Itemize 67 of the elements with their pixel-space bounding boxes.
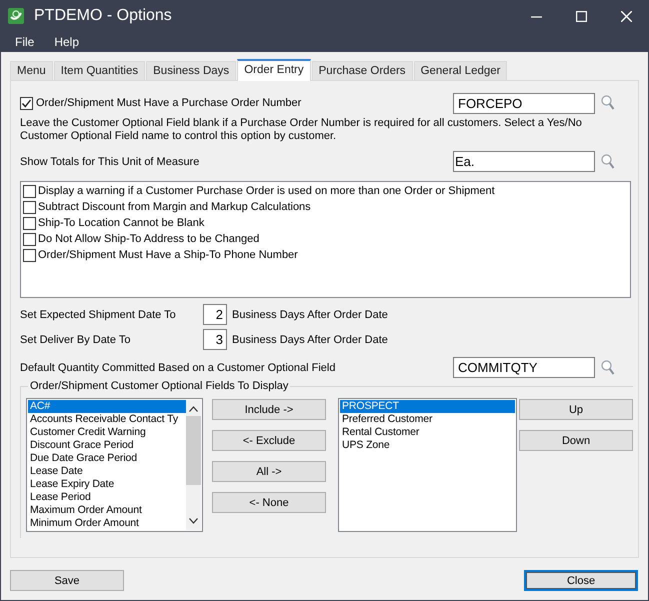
help-text: Leave the Customer Optional Field blank if a Purchase Order Number is required for all customers. Select a Yes/No Customer Optional Field name to control this option by customer. [20, 117, 583, 143]
checkbox-label: Order/Shipment Must Have a Purchase Order Number [36, 97, 302, 109]
input-field[interactable]: COMMITQTY [453, 357, 595, 378]
list-item[interactable]: PROSPECT [340, 400, 515, 413]
checkbox[interactable] [23, 216, 36, 230]
checkbox[interactable] [23, 184, 36, 198]
search-icon[interactable] [601, 360, 615, 376]
list-item[interactable]: Minimum Order Amount [28, 517, 186, 530]
list-item[interactable]: Lease Period [28, 491, 186, 504]
close-icon[interactable] [621, 10, 632, 22]
displayed-fields-list[interactable]: PROSPECT Preferred Customer Rental Customer UPS Zone [338, 398, 517, 532]
scrollbar-thumb[interactable] [186, 416, 201, 485]
tab[interactable]: Menu [10, 61, 53, 80]
list-item[interactable]: Maximum Order Amount [28, 504, 186, 517]
input-field[interactable]: FORCEPO [453, 92, 595, 114]
checkbox-label: Display a warning if a Customer Purchase Order is used on more than one Order or Shipment [38, 185, 495, 197]
tab[interactable]: Order Entry [237, 59, 311, 81]
checkbox[interactable] [23, 248, 36, 262]
field-label: Set Expected Shipment Date To [20, 308, 177, 320]
number-field[interactable]: 2 [203, 304, 227, 325]
number-field[interactable]: 3 [203, 329, 227, 350]
window-title: PTDEMO - Options [34, 7, 173, 25]
list-item[interactable]: AC# [28, 400, 186, 413]
field-label: Default Quantity Committed Based on a Customer Optional Field [20, 362, 336, 374]
list-item[interactable]: Discount Grace Period [28, 439, 186, 452]
list-item[interactable]: Accounts Receivable Contact Ty [28, 413, 186, 426]
checkbox[interactable] [20, 96, 33, 110]
list-item[interactable]: Rental Customer [340, 426, 515, 439]
move-button[interactable]: <- Exclude [212, 430, 326, 451]
list-item[interactable]: Lease Date [28, 465, 186, 478]
search-icon[interactable] [601, 154, 615, 170]
tab[interactable]: Purchase Orders [312, 61, 413, 80]
close-button[interactable]: Close [524, 570, 638, 591]
checkbox-label: Subtract Discount from Margin and Markup Calculations [38, 201, 311, 213]
checkbox[interactable] [23, 200, 36, 214]
available-fields-list[interactable]: AC# Accounts Receivable Contact Ty Customer Credit Warning Discount Grace Period Due Date Grace Period Lease Date Lease Expiry Date Lease Period Maximum Order Amount Minimum Order Amount [26, 398, 203, 532]
checkbox-label: Order/Shipment Must Have a Ship-To Phone Number [38, 249, 298, 261]
list-item[interactable]: Due Date Grace Period [28, 452, 186, 465]
move-button[interactable]: Include -> [212, 399, 326, 420]
app-icon [8, 8, 24, 24]
checkbox-label: Do Not Allow Ship-To Address to be Changed [38, 233, 260, 245]
checkbox[interactable] [23, 232, 36, 246]
input-field[interactable]: Ea. [453, 151, 595, 172]
menu-item[interactable]: File [8, 35, 42, 49]
move-button[interactable]: All -> [212, 461, 326, 482]
field-label: Business Days After Order Date [232, 308, 388, 320]
menu-item[interactable]: Help [47, 35, 86, 49]
list-item[interactable]: Customer Credit Warning [28, 426, 186, 439]
field-label: Set Deliver By Date To [20, 334, 132, 346]
scroll-down-icon[interactable] [189, 518, 198, 524]
field-label: Business Days After Order Date [232, 334, 388, 346]
search-icon[interactable] [601, 95, 615, 111]
checkbox-label: Ship-To Location Cannot be Blank [38, 217, 204, 229]
list-item[interactable]: UPS Zone [340, 439, 515, 452]
scroll-up-icon[interactable] [189, 406, 198, 412]
field-label: Show Totals for This Unit of Measure [20, 156, 200, 168]
tab[interactable]: Item Quantities [54, 61, 146, 80]
save-button[interactable]: Save [10, 570, 124, 591]
maximize-icon[interactable] [576, 10, 587, 22]
reorder-button[interactable]: Down [519, 430, 633, 451]
list-item[interactable]: Lease Expiry Date [28, 478, 186, 491]
group-title: Order/Shipment Customer Optional Fields To Display [29, 380, 290, 392]
tab[interactable]: Business Days [146, 61, 236, 80]
tab[interactable]: General Ledger [414, 61, 508, 80]
list-item[interactable]: Preferred Customer [340, 413, 515, 426]
reorder-button[interactable]: Up [519, 399, 633, 420]
move-button[interactable]: <- None [212, 492, 326, 513]
